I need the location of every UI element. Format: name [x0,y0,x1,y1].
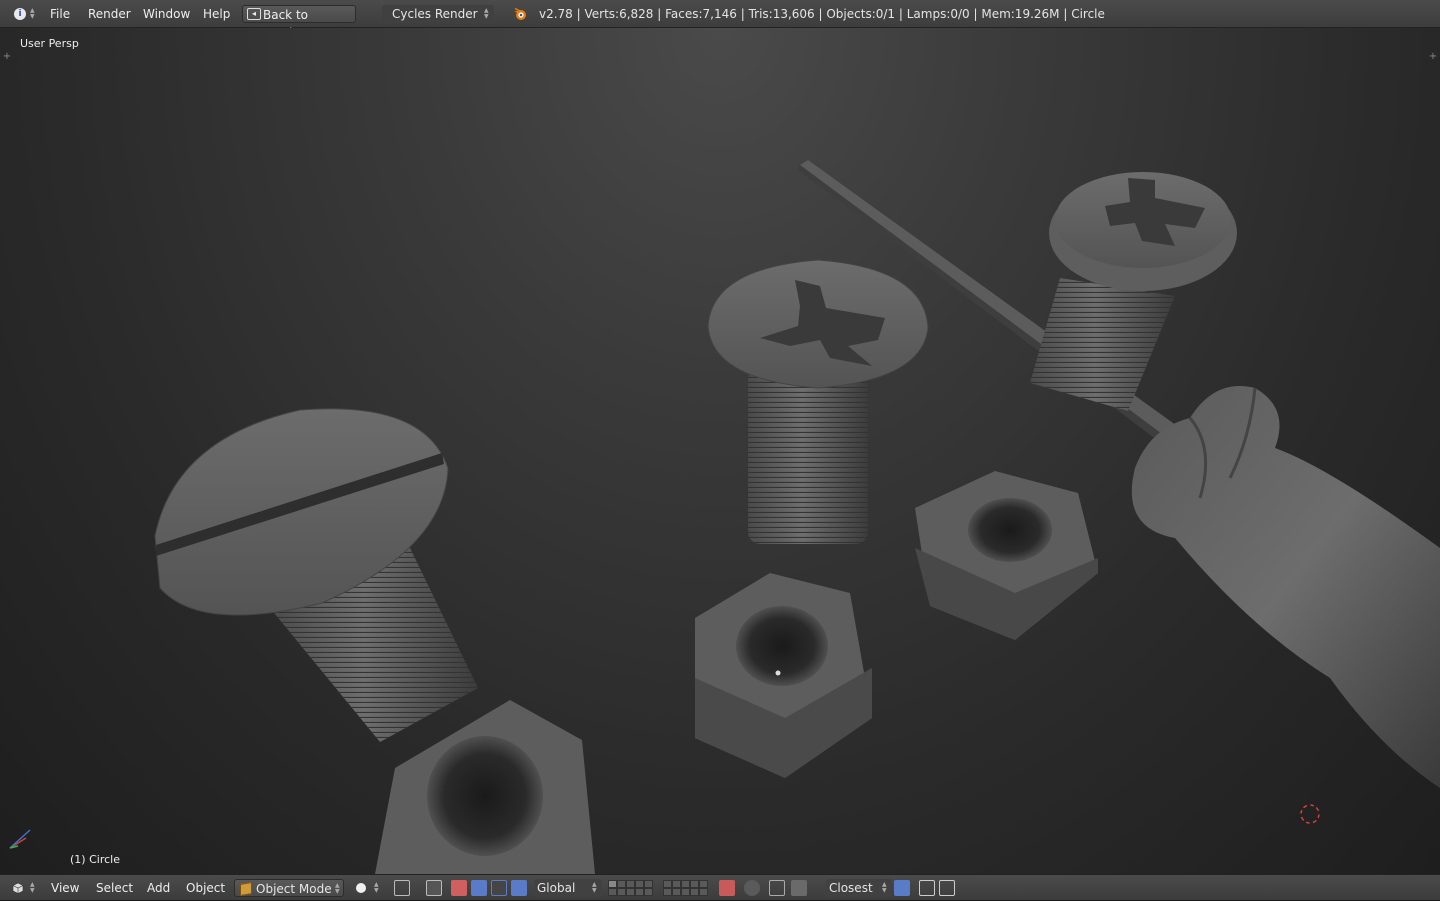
spinner-arrows-icon: ▲ ▼ [30,7,35,20]
manipulator-space-icon[interactable] [511,880,527,896]
back-to-previous-button[interactable]: ◂ Back to Previous [242,5,356,40]
render-layer-lock-icon[interactable] [719,880,735,896]
menu-window[interactable]: Window [143,0,190,28]
pivot-point-icon[interactable] [394,880,410,896]
translate-manipulator-icon[interactable] [451,880,467,896]
info-icon: i [14,8,26,20]
dropdown-arrows-icon: ▲ ▼ [335,882,340,895]
3d-cursor-icon[interactable] [1298,802,1322,826]
back-arrow-icon: ◂ [247,8,261,20]
snap-target-select[interactable]: Closest ▲ ▼ [826,879,892,897]
menu-select[interactable]: Select [96,875,133,901]
scene-statistics: v2.78 | Verts:6,828 | Faces:7,146 | Tris… [539,7,1105,21]
render-engine-select[interactable]: Cycles Render ▲ ▼ [382,5,494,23]
phillips-countersunk-screw [707,259,929,544]
rotate-manipulator-icon[interactable] [471,880,487,896]
transform-orientation-select[interactable]: Global ▲ ▼ [534,879,602,897]
info-header: i ▲▼ File Render Window Help ◂ Back to P… [0,0,1440,40]
menu-help[interactable]: Help [203,0,230,28]
editor-type-selector-3d[interactable]: ▲ ▼ [8,880,38,896]
viewport-shading-select[interactable]: ▲ ▼ [352,879,382,897]
3d-view-icon [12,882,24,894]
dropdown-arrows-icon: ▲ ▼ [484,7,489,20]
editor-type-selector[interactable]: i ▲ ▼ [8,0,38,28]
menu-file[interactable]: File [50,0,70,28]
scene-layers-group-1[interactable] [608,880,653,896]
dropdown-arrows-icon: ▲ ▼ [882,881,887,894]
dropdown-arrows-icon: ▲ ▼ [592,881,597,894]
3d-viewport[interactable]: User Persp + + (1) Circle [0,28,1440,874]
interaction-mode-select[interactable]: Object Mode ▲ ▼ [234,879,344,897]
phillips-pan-screw [1030,172,1237,411]
scene-layers-group-2[interactable] [663,880,708,896]
menu-object[interactable]: Object [186,875,225,901]
active-object-label: (1) Circle [70,853,120,866]
interaction-mode-value: Object Mode [256,882,332,896]
solid-shading-icon [356,883,366,893]
scale-manipulator-icon[interactable] [491,880,507,896]
slotted-screw [154,408,478,742]
origin-dot-icon [775,670,781,676]
proportional-edit-icon[interactable] [744,880,760,896]
snap-align-rotation-icon[interactable] [894,880,910,896]
snap-target-value: Closest [829,881,873,895]
hex-nut-right [915,471,1098,640]
menu-add[interactable]: Add [147,875,170,901]
snap-toggle-icon[interactable] [769,880,785,896]
manipulator-toggle-icon[interactable] [426,880,442,896]
opengl-render-animation-icon[interactable] [939,880,955,896]
menu-view[interactable]: View [51,875,79,901]
spinner-arrows-icon: ▲ ▼ [30,881,35,894]
blender-logo-icon [514,7,526,20]
object-cube-icon [240,881,252,897]
render-engine-value: Cycles Render [392,7,478,21]
hex-nut-center [695,573,872,778]
scene-render [154,160,1440,874]
snap-element-icon[interactable] [791,880,807,896]
opengl-render-image-icon[interactable] [919,880,935,896]
dropdown-arrows-icon: ▲ ▼ [374,881,379,894]
axis-gizmo-icon [9,829,31,849]
menu-render[interactable]: Render [88,0,131,28]
transform-orientation-value: Global [537,881,576,895]
3d-view-header: ▲ ▼ View Select Add Object Object Mode ▲ ▼… [0,874,1440,900]
